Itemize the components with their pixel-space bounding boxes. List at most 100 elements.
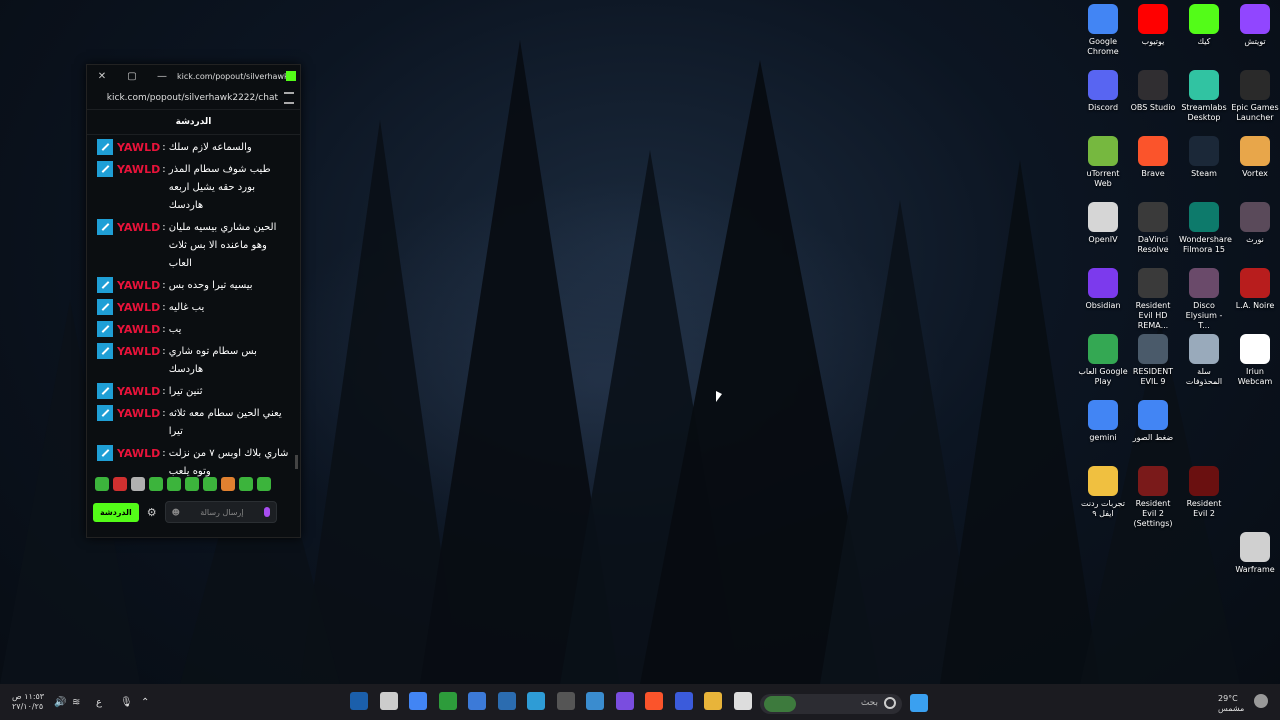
minimize-button[interactable]: — (147, 71, 177, 82)
desktop-icon[interactable]: Resident Evil HD REMA... (1128, 268, 1178, 331)
chat-message-text: يب غاليه (168, 302, 205, 313)
user-badge-icon (97, 219, 113, 235)
taskbar-app-icon[interactable] (527, 692, 545, 710)
desktop-icon[interactable]: Disco Elysium - T... (1179, 268, 1229, 331)
microphone-icon[interactable] (263, 507, 270, 517)
app-icon (1240, 136, 1270, 166)
desktop-icon[interactable]: Resident Evil 2 (1179, 466, 1229, 519)
desktop-icon[interactable]: Wondershare Filmora 15 (1179, 202, 1232, 255)
desktop-icon[interactable]: Iriun Webcam (1230, 334, 1280, 387)
emote-icon[interactable] (95, 477, 109, 491)
desktop-icon[interactable]: OBS Studio (1128, 70, 1178, 113)
close-button[interactable]: ✕ (87, 71, 117, 82)
emote-icon[interactable] (257, 477, 271, 491)
chat-username[interactable]: YAWLD (117, 445, 160, 463)
desktop-icon[interactable]: Resident Evil 2 (Settings) (1128, 466, 1178, 529)
desktop-icon[interactable]: يوتيوب (1128, 4, 1178, 47)
taskbar-app-icon[interactable] (733, 692, 752, 710)
chat-username[interactable]: YAWLD (117, 299, 160, 317)
emote-icon[interactable] (131, 477, 145, 491)
site-settings-icon[interactable] (284, 92, 294, 104)
desktop-icon[interactable]: uTorrent Web (1078, 136, 1128, 189)
emote-icon[interactable] (203, 477, 217, 491)
windows-start-icon[interactable] (910, 694, 928, 712)
desktop-icon[interactable]: RESIDENT EVIL 9 (1128, 334, 1178, 387)
desktop-icon-label: تجربات ردنت ايفل ٩ (1080, 499, 1126, 518)
desktop-icon[interactable]: Streamlabs Desktop (1179, 70, 1229, 123)
desktop-icon-label: ضغط الصور (1132, 433, 1174, 442)
emote-icon[interactable] (221, 477, 235, 491)
taskbar-app-icon[interactable] (409, 692, 427, 710)
desktop-icon[interactable]: نورث (1230, 202, 1280, 245)
desktop-icon[interactable]: تجربات ردنت ايفل ٩ (1078, 466, 1128, 519)
chat-username[interactable]: YAWLD (117, 219, 160, 237)
app-icon (1240, 268, 1270, 298)
desktop-icon[interactable]: Discord (1078, 70, 1128, 113)
desktop-icon[interactable]: DaVinci Resolve (1128, 202, 1178, 255)
chat-username[interactable]: YAWLD (117, 161, 160, 179)
desktop-icon[interactable]: Brave (1128, 136, 1178, 179)
gear-icon[interactable]: ⚙ (147, 506, 157, 519)
message-input[interactable]: ☻ إرسال رسالة (164, 501, 277, 523)
scrollbar[interactable] (295, 455, 298, 469)
desktop-icon[interactable]: العاب Google Play (1078, 334, 1128, 387)
weather-widget[interactable]: 29°C مشمس (1218, 694, 1244, 714)
taskbar-app-icon[interactable] (645, 692, 663, 710)
language-indicator[interactable]: ع (96, 697, 102, 708)
chat-message-line: YAWLD: الحين مشاري بيسيه مليان وهو ماعند… (97, 219, 290, 273)
desktop-icon[interactable]: Epic Games Launcher (1230, 70, 1280, 123)
desktop-icon[interactable]: سلة المحذوفات (1179, 334, 1229, 387)
volume-icon[interactable]: 🔊 (54, 697, 66, 708)
chevron-up-icon[interactable]: ⌃ (141, 697, 149, 708)
clock[interactable]: ١١:٥٣ ص ٢٧/١٠/٢٥ (12, 692, 44, 712)
send-chat-button[interactable]: الدردشة (93, 502, 139, 522)
desktop-icon[interactable]: Google Chrome (1078, 4, 1128, 57)
desktop-icon[interactable]: OpenIV (1078, 202, 1128, 245)
app-icon (1189, 4, 1219, 34)
desktop-icon[interactable]: Vortex (1230, 136, 1280, 179)
taskbar-app-icon[interactable] (468, 692, 486, 710)
chat-username[interactable]: YAWLD (117, 343, 160, 361)
desktop-icon[interactable]: Steam (1179, 136, 1229, 179)
desktop-icon[interactable]: gemini (1078, 400, 1128, 443)
maximize-button[interactable]: ▢ (117, 71, 147, 82)
chat-username[interactable]: YAWLD (117, 277, 160, 295)
emoji-icon[interactable]: ☻ (172, 508, 180, 517)
taskbar-app-icon[interactable] (674, 692, 693, 710)
desktop-icon[interactable]: Warframe (1230, 532, 1280, 575)
app-icon (1189, 268, 1219, 298)
taskbar-app-icon[interactable] (586, 692, 604, 710)
taskbar-search[interactable]: بحث (760, 694, 902, 714)
taskbar-app-icon[interactable] (379, 692, 398, 710)
taskbar-app-icon[interactable] (438, 692, 457, 710)
emote-icon[interactable] (167, 477, 181, 491)
emote-icon[interactable] (185, 477, 199, 491)
desktop-icon[interactable]: كيك (1179, 4, 1229, 47)
emote-icon[interactable] (239, 477, 253, 491)
chat-username[interactable]: YAWLD (117, 139, 160, 157)
emote-icon[interactable] (113, 477, 127, 491)
taskbar-app-icon[interactable] (704, 692, 722, 710)
taskbar-app-icon[interactable] (615, 692, 634, 710)
wifi-icon[interactable]: ≋ (72, 697, 80, 708)
chat-username[interactable]: YAWLD (117, 321, 160, 339)
desktop-icon[interactable]: Obsidian (1078, 268, 1128, 311)
desktop-icon-label: gemini (1089, 433, 1117, 442)
app-icon (1088, 334, 1118, 364)
taskbar-app-icon[interactable] (497, 692, 516, 710)
taskbar-app-icon[interactable] (556, 692, 575, 710)
chat-message-text: شاري بلاك اوبس ٧ من نزلت وتوه يلعب (168, 448, 289, 477)
microphone-tray-icon[interactable]: 🎙 (120, 697, 133, 708)
chat-message-line: YAWLD: بيسيه تيرا وحده بس (97, 277, 290, 295)
desktop-icon[interactable]: ضغط الصور (1128, 400, 1178, 443)
taskbar-app-icon[interactable] (350, 692, 368, 710)
desktop-icon[interactable]: تويتش (1230, 4, 1280, 47)
search-icon (884, 697, 896, 709)
clock-date: ٢٧/١٠/٢٥ (12, 702, 44, 711)
chat-username[interactable]: YAWLD (117, 405, 160, 423)
chat-username[interactable]: YAWLD (117, 383, 160, 401)
taskbar (0, 684, 1280, 720)
emote-icon[interactable] (149, 477, 163, 491)
url-bar[interactable]: kick.com/popout/silverhawk2222/chat (87, 87, 300, 110)
desktop-icon[interactable]: L.A. Noire (1230, 268, 1280, 311)
